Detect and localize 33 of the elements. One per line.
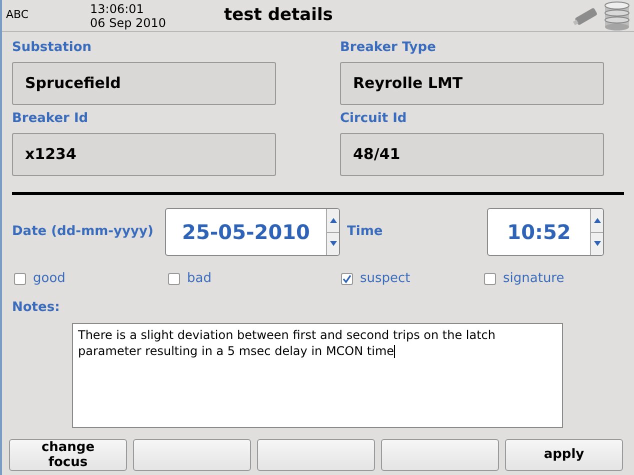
date-label: Date (dd-mm-yyyy) bbox=[12, 223, 154, 242]
field-label: Circuit Id bbox=[340, 111, 408, 127]
text-field[interactable]: Sprucefield bbox=[12, 62, 276, 105]
blank-soft-key[interactable] bbox=[133, 438, 251, 470]
text-field[interactable]: Reyrolle LMT bbox=[340, 62, 604, 105]
soft-key-button[interactable]: apply bbox=[505, 438, 623, 470]
soft-key-button[interactable]: change focus bbox=[9, 438, 127, 470]
text-field[interactable]: 48/41 bbox=[340, 133, 604, 176]
field-value: 25-05-2010 bbox=[181, 219, 311, 246]
notes-field[interactable]: There is a slight deviation between first and second trips on the latch parameter resulting in a 5 msec delay in MCON time bbox=[72, 322, 563, 428]
field-value: 10:52 bbox=[506, 219, 572, 246]
clock-date: 06 Sep 2010 bbox=[90, 16, 168, 30]
user-label: ABC bbox=[6, 7, 30, 24]
notes-label: Notes: bbox=[11, 300, 61, 316]
window-title: test details bbox=[224, 4, 333, 27]
checkbox-label: bad bbox=[187, 270, 212, 288]
text-field[interactable]: x1234 bbox=[12, 133, 276, 176]
checkbox-label: good bbox=[33, 270, 66, 288]
checkbox[interactable] bbox=[14, 272, 26, 285]
time-label: Time bbox=[347, 223, 384, 242]
blank-soft-key[interactable] bbox=[257, 438, 375, 470]
field-label: Substation bbox=[12, 40, 93, 56]
clock-time: 13:06:01 bbox=[90, 2, 145, 16]
spin-field[interactable]: 25-05-2010 bbox=[165, 208, 340, 256]
checkbox-label: suspect bbox=[360, 270, 410, 288]
checkbox[interactable] bbox=[484, 272, 496, 285]
field-label: Breaker Id bbox=[12, 111, 90, 127]
checkbox[interactable] bbox=[168, 272, 180, 285]
spin-field[interactable]: 10:52 bbox=[487, 208, 604, 256]
checkbox[interactable] bbox=[341, 272, 353, 285]
field-label: Breaker Type bbox=[340, 40, 437, 56]
checkbox-label: signature bbox=[503, 270, 564, 288]
blank-soft-key[interactable] bbox=[381, 438, 499, 470]
